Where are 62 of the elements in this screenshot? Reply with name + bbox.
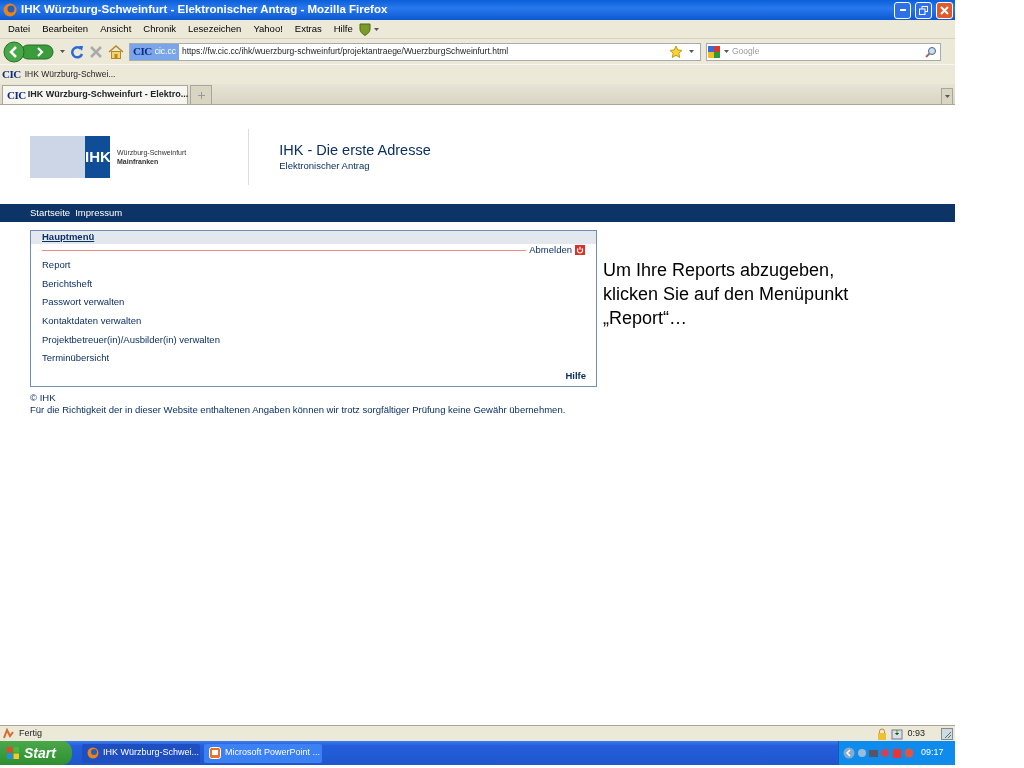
copyright-text: © IHK bbox=[30, 392, 57, 404]
menu-link[interactable]: Report bbox=[31, 256, 596, 275]
restore-button[interactable] bbox=[915, 1, 932, 19]
menu-item[interactable]: Bearbeiten bbox=[36, 21, 95, 37]
download-icon bbox=[891, 727, 904, 740]
menu-item[interactable]: Ansicht bbox=[94, 21, 138, 37]
resize-grip-icon[interactable] bbox=[941, 727, 953, 740]
status-counter: 0:93 bbox=[907, 726, 925, 740]
url-field[interactable]: CIC cic.cc https://fw.cic.cc/ihk/wuerzburg-schweinfurt/projektantraege/WuerzburgSchweinfurt.html bbox=[129, 42, 701, 61]
windows-flag-icon bbox=[6, 746, 20, 760]
dropdown-caret-icon[interactable] bbox=[944, 95, 950, 98]
minimize-button[interactable] bbox=[894, 1, 911, 19]
tab-list-button[interactable] bbox=[941, 88, 953, 104]
close-icon bbox=[940, 5, 949, 15]
dropdown-caret-icon[interactable] bbox=[373, 27, 379, 31]
dropdown-caret-icon[interactable] bbox=[689, 50, 694, 53]
taskbar-button[interactable]: IHK Würzburg-Schwei... bbox=[82, 743, 200, 763]
google-icon bbox=[707, 44, 721, 59]
restore-icon bbox=[919, 5, 928, 15]
tray-icons-drawing[interactable] bbox=[857, 747, 915, 759]
star-icon[interactable] bbox=[669, 44, 683, 59]
disclaimer-text: Für die Richtigkeit der in dieser Website enthaltenen Angaben können wir trotz sorgfältiger Prüfung keine Gewähr übernehmen. bbox=[30, 404, 567, 416]
nav-link[interactable]: Startseite bbox=[30, 205, 71, 221]
power-icon[interactable] bbox=[575, 245, 585, 255]
home-icon[interactable] bbox=[108, 44, 124, 59]
search-icon[interactable] bbox=[925, 45, 937, 58]
minimize-icon bbox=[899, 9, 906, 11]
menu-item[interactable]: Yahoo! bbox=[247, 21, 289, 37]
plus-icon bbox=[197, 91, 205, 99]
browser-tab[interactable]: CIC IHK Würzburg-Schweinfurt - Elektro... bbox=[2, 85, 188, 104]
menu-link[interactable]: Kontaktdaten verwalten bbox=[31, 312, 596, 331]
nav-link[interactable]: Impressum bbox=[75, 205, 123, 221]
taskbar-button[interactable]: Microsoft PowerPoint ... bbox=[204, 743, 322, 763]
reload-icon[interactable] bbox=[70, 44, 84, 59]
status-text: Fertig bbox=[19, 726, 43, 740]
menu-item[interactable]: Hilfe bbox=[327, 21, 359, 37]
page-subheading: Elektronischer Antrag bbox=[279, 158, 371, 173]
back-forward-icon[interactable] bbox=[3, 40, 55, 63]
menu-title[interactable]: Hauptmenü bbox=[42, 230, 95, 245]
slides-icon bbox=[209, 747, 221, 759]
logout-link[interactable]: Abmelden bbox=[529, 242, 572, 258]
menu-item[interactable]: Lesezeichen bbox=[182, 21, 248, 37]
menu-link[interactable]: Projektbetreuer(in)/Ausbilder(in) verwalten bbox=[31, 330, 596, 350]
tray-expand-icon[interactable] bbox=[843, 747, 855, 759]
dropdown-caret-icon[interactable] bbox=[724, 50, 729, 53]
menu-item[interactable]: Datei bbox=[2, 21, 37, 37]
help-link[interactable]: Hilfe bbox=[565, 368, 586, 383]
taskbar-clock: 09:17 bbox=[921, 746, 944, 760]
menu-item[interactable]: Extras bbox=[288, 21, 328, 37]
dropdown-caret-icon[interactable] bbox=[60, 50, 65, 53]
shield-icon[interactable] bbox=[358, 22, 371, 36]
menu-link[interactable]: Terminübersicht bbox=[31, 349, 596, 369]
close-button[interactable] bbox=[936, 1, 953, 19]
menu-link[interactable]: Berichtsheft bbox=[31, 274, 596, 294]
bookmark-item[interactable]: CIC IHK Würzburg-Schwei... bbox=[2, 66, 116, 83]
page-heading: IHK - Die erste Adresse bbox=[279, 140, 431, 159]
start-button[interactable]: Start bbox=[0, 741, 72, 765]
annotation-text: Um Ihre Reports abzugeben, klicken Sie auf den Menüpunkt „Report“… bbox=[603, 259, 850, 330]
window-title: IHK Würzburg-Schweinfurt - Elektronischer Antrag - Mozilla Firefox bbox=[21, 2, 389, 18]
menu-link[interactable]: Passwort verwalten bbox=[31, 293, 596, 313]
lock-icon bbox=[877, 727, 888, 740]
menu-item[interactable]: Chronik bbox=[137, 21, 183, 37]
